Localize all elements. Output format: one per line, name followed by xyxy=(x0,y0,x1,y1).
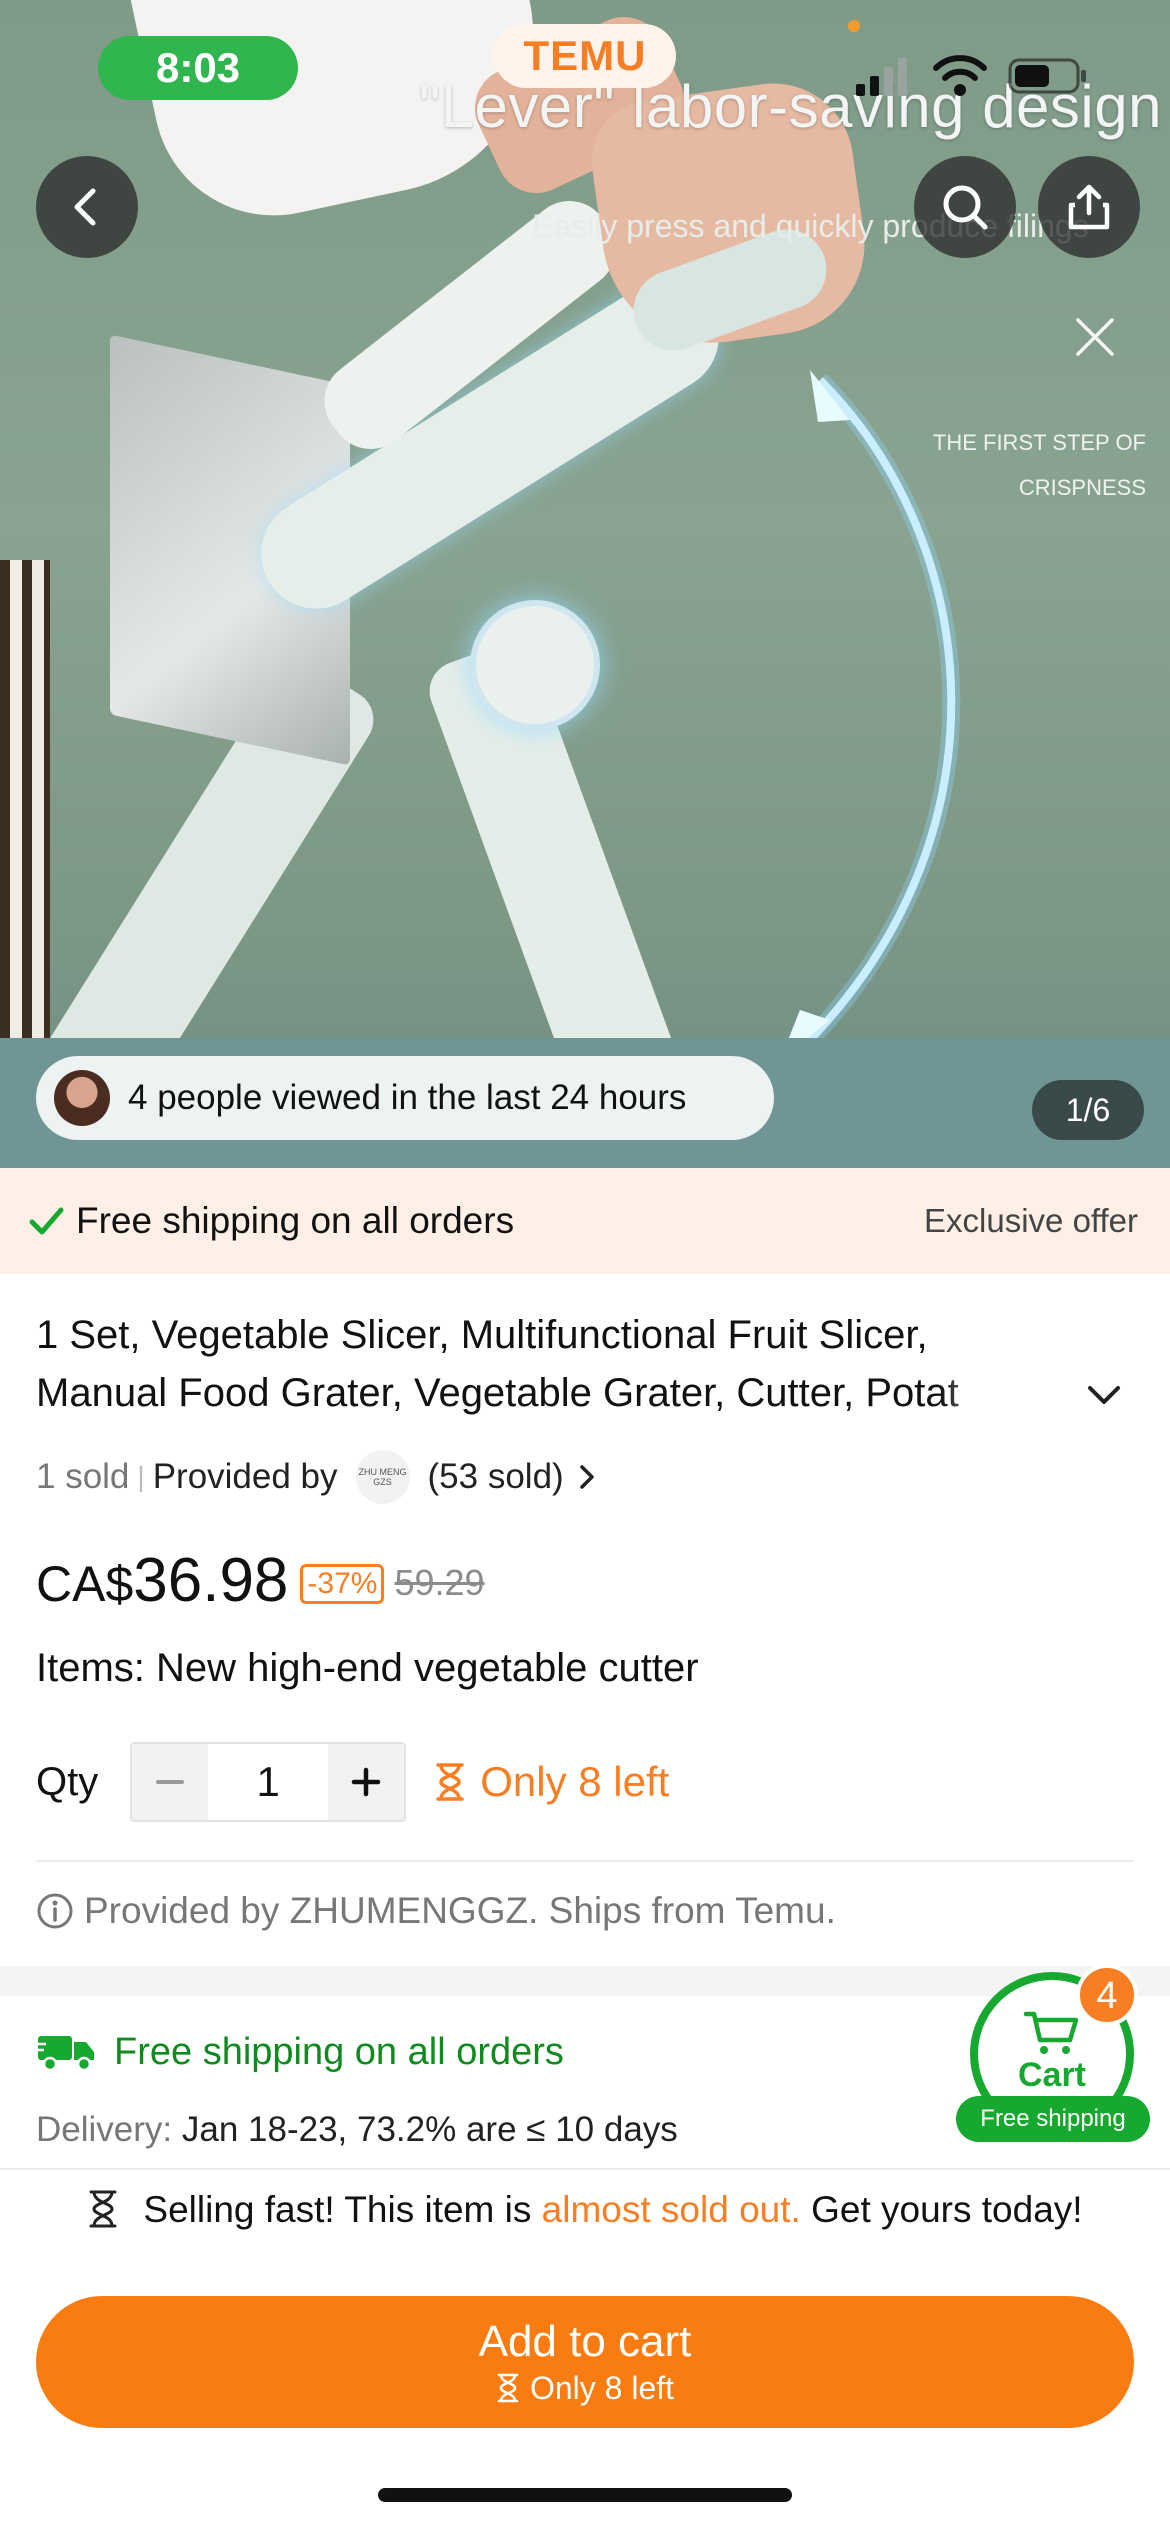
price-currency: CA$ xyxy=(36,1556,134,1612)
add-to-cart-button[interactable]: Add to cart Only 8 left xyxy=(36,2296,1134,2428)
qty-label: Qty xyxy=(36,1759,99,1804)
hourglass-icon xyxy=(436,1763,464,1801)
truck-icon xyxy=(36,2036,94,2072)
store-line[interactable]: 1 sold | Provided by ZHU MENG GZS (53 so… xyxy=(36,1450,602,1504)
discount-badge: -37% xyxy=(300,1564,385,1604)
stock-warning: Only 8 left xyxy=(432,1758,669,1806)
add-to-cart-label: Add to cart xyxy=(478,2317,692,2366)
original-price: 59.29 xyxy=(394,1562,485,1603)
check-icon xyxy=(29,1207,64,1235)
signal-icon xyxy=(856,58,907,96)
quantity-value[interactable]: 1 xyxy=(208,1744,329,1820)
delivery-value: Jan 18-23, 73.2% are ≤ 10 days xyxy=(181,2110,678,2149)
image-counter: 1/6 xyxy=(1032,1080,1144,1140)
divider xyxy=(36,1860,1134,1862)
cart-icon xyxy=(1023,2011,1079,2054)
increase-button[interactable] xyxy=(328,1744,405,1820)
hero-side-note: THE FIRST STEP OF CRISPNESS xyxy=(932,430,1146,500)
cart-count-badge: 4 xyxy=(1076,1964,1138,2026)
store-logo: ZHU MENG GZS xyxy=(355,1450,410,1504)
price-amount: 36.98 xyxy=(133,1546,289,1615)
share-button[interactable] xyxy=(1038,156,1140,258)
cart-label: Cart xyxy=(1017,2055,1087,2094)
free-shipping-text: Free shipping on all orders xyxy=(76,1200,515,1241)
section-gap xyxy=(0,1966,1170,1996)
viewer-avatar xyxy=(54,1070,110,1126)
info-icon xyxy=(37,1893,73,1929)
battery-icon xyxy=(1008,58,1086,94)
home-indicator[interactable] xyxy=(378,2488,792,2502)
close-icon[interactable] xyxy=(1070,312,1120,362)
slicer-dial xyxy=(470,600,600,730)
provided-by-label: Provided by xyxy=(152,1457,338,1496)
urgency-suffix: Get yours today! xyxy=(800,2189,1083,2230)
delivery-estimate: Delivery: Jan 18-23, 73.2% are ≤ 10 days xyxy=(36,2110,678,2150)
quantity-stepper: 1 xyxy=(130,1742,407,1822)
hourglass-icon xyxy=(497,2373,519,2403)
add-to-cart-sub: Only 8 left xyxy=(496,2368,674,2408)
separator: | xyxy=(137,1461,145,1492)
add-to-cart-stock: Only 8 left xyxy=(529,2370,675,2406)
store-sold-count: (53 sold) xyxy=(427,1457,564,1496)
free-shipping-banner[interactable]: Free shipping on all orders Exclusive of… xyxy=(0,1168,1170,1274)
background-curtain xyxy=(0,560,50,1050)
temu-logo: TEMU xyxy=(494,24,676,88)
cart-free-shipping-pill: Free shipping xyxy=(956,2096,1150,2142)
divider xyxy=(0,2168,1170,2170)
plus-icon xyxy=(351,1767,381,1797)
decrease-button[interactable] xyxy=(132,1744,209,1820)
exclusive-offer-label: Exclusive offer xyxy=(924,1202,1138,1239)
back-button[interactable] xyxy=(36,156,138,258)
viewers-text: 4 people viewed in the last 24 hours xyxy=(128,1078,687,1117)
wifi-icon xyxy=(933,55,987,96)
items-variant[interactable]: Items: New high-end vegetable cutter xyxy=(36,1646,699,1691)
stock-text: Only 8 left xyxy=(480,1758,670,1805)
title-fade xyxy=(940,1364,1040,1422)
search-icon xyxy=(943,185,988,230)
privacy-dot xyxy=(848,20,860,32)
recent-viewers-chip: 4 people viewed in the last 24 hours xyxy=(36,1056,774,1140)
chevron-down-icon[interactable] xyxy=(1082,1374,1126,1418)
urgency-highlight: almost sold out. xyxy=(541,2189,801,2230)
sold-count: 1 sold xyxy=(36,1457,130,1496)
chevron-right-icon xyxy=(579,1465,594,1489)
delivery-shipping[interactable]: Free shipping on all orders xyxy=(36,2030,564,2074)
product-title: 1 Set, Vegetable Slicer, Multifunctional… xyxy=(36,1313,959,1415)
delivery-free-shipping-text: Free shipping on all orders xyxy=(114,2030,564,2073)
minus-icon xyxy=(156,1780,185,1784)
search-button[interactable] xyxy=(914,156,1016,258)
urgency-prefix: Selling fast! This item is xyxy=(143,2189,542,2230)
delivery-label: Delivery: xyxy=(36,2110,173,2149)
hourglass-icon xyxy=(89,2190,117,2228)
back-icon xyxy=(74,188,96,226)
provider-note-text: Provided by ZHUMENGGZ. Ships from Temu. xyxy=(84,1890,836,1931)
quantity-row: Qty 1 Only 8 left xyxy=(36,1742,669,1822)
share-icon xyxy=(1068,184,1110,230)
price-row: CA$ 36.98 -37% 59.29 xyxy=(36,1540,485,1614)
status-time: 8:03 xyxy=(98,36,298,100)
provider-note: Provided by ZHUMENGGZ. Ships from Temu. xyxy=(36,1890,836,1932)
urgency-message: Selling fast! This item is almost sold o… xyxy=(60,2186,1110,2234)
